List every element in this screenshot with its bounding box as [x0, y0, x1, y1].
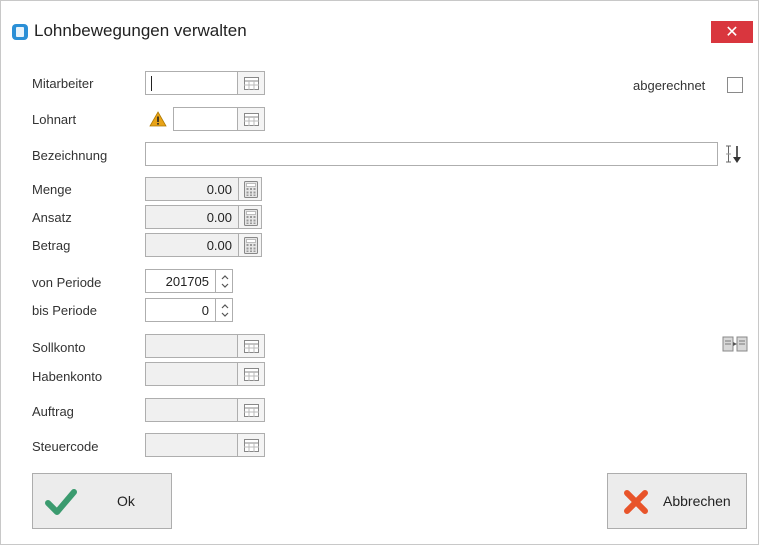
sollkonto-label: Sollkonto — [32, 340, 86, 355]
cancel-label: Abbrechen — [663, 493, 731, 509]
table-icon — [244, 439, 259, 452]
table-icon — [244, 368, 259, 381]
sort-icon — [726, 145, 741, 163]
calculator-icon — [244, 237, 258, 254]
steuercode-input[interactable] — [145, 433, 238, 457]
bezeichnung-input[interactable] — [145, 142, 718, 166]
habenkonto-lookup-button[interactable] — [237, 362, 265, 386]
lohnart-lookup-button[interactable] — [237, 107, 265, 131]
dialog-window: Lohnbewegungen verwalten ✕ Mitarbeiter a… — [0, 0, 759, 545]
menge-label: Menge — [32, 182, 72, 197]
bezeichnung-label: Bezeichnung — [32, 148, 108, 163]
app-icon — [12, 24, 28, 40]
cancel-x-icon — [624, 490, 648, 514]
habenkonto-input[interactable] — [145, 362, 238, 386]
von-periode-spinner[interactable] — [215, 269, 233, 293]
account-swap-button[interactable] — [722, 334, 748, 354]
sort-button[interactable] — [720, 142, 748, 166]
swap-accounts-icon — [722, 336, 748, 352]
bis-periode-input[interactable]: 0 — [145, 298, 216, 322]
bis-periode-spinner[interactable] — [215, 298, 233, 322]
habenkonto-label: Habenkonto — [32, 369, 103, 384]
betrag-calculator-button[interactable] — [238, 233, 262, 257]
auftrag-lookup-button[interactable] — [237, 398, 265, 422]
spinner-icon — [221, 304, 229, 317]
steuercode-label: Steuercode — [32, 439, 99, 454]
abgerechnet-checkbox[interactable] — [727, 77, 743, 93]
ansatz-input[interactable]: 0.00 — [145, 205, 239, 229]
cancel-button[interactable]: Abbrechen — [607, 473, 747, 529]
abgerechnet-label: abgerechnet — [633, 78, 706, 93]
auftrag-input[interactable] — [145, 398, 238, 422]
betrag-label: Betrag — [32, 238, 71, 253]
text-cursor — [151, 76, 152, 91]
calculator-icon — [244, 181, 258, 198]
table-icon — [244, 113, 259, 126]
sollkonto-input[interactable] — [145, 334, 238, 358]
warning-icon — [149, 111, 167, 127]
auftrag-label: Auftrag — [32, 404, 74, 419]
table-icon — [244, 404, 259, 417]
mitarbeiter-input[interactable] — [145, 71, 238, 95]
table-icon — [244, 77, 259, 90]
lohnart-input[interactable] — [173, 107, 238, 131]
calculator-icon — [244, 209, 258, 226]
von-periode-input[interactable]: 201705 — [145, 269, 216, 293]
lohnart-label: Lohnart — [32, 112, 77, 127]
steuercode-lookup-button[interactable] — [237, 433, 265, 457]
window-title: Lohnbewegungen verwalten — [34, 21, 247, 40]
table-icon — [244, 340, 259, 353]
mitarbeiter-label: Mitarbeiter — [32, 76, 94, 91]
bis-periode-label: bis Periode — [32, 303, 98, 318]
checkmark-icon — [45, 489, 77, 515]
mitarbeiter-lookup-button[interactable] — [237, 71, 265, 95]
title-bar: Lohnbewegungen verwalten ✕ — [1, 1, 758, 43]
von-periode-label: von Periode — [32, 275, 102, 290]
ok-button[interactable]: Ok — [32, 473, 172, 529]
sollkonto-lookup-button[interactable] — [237, 334, 265, 358]
ansatz-calculator-button[interactable] — [238, 205, 262, 229]
spinner-icon — [221, 275, 229, 288]
menge-input[interactable]: 0.00 — [145, 177, 239, 201]
menge-calculator-button[interactable] — [238, 177, 262, 201]
ok-label: Ok — [117, 493, 135, 509]
ansatz-label: Ansatz — [32, 210, 72, 225]
close-button[interactable]: ✕ — [711, 21, 753, 43]
betrag-input[interactable]: 0.00 — [145, 233, 239, 257]
